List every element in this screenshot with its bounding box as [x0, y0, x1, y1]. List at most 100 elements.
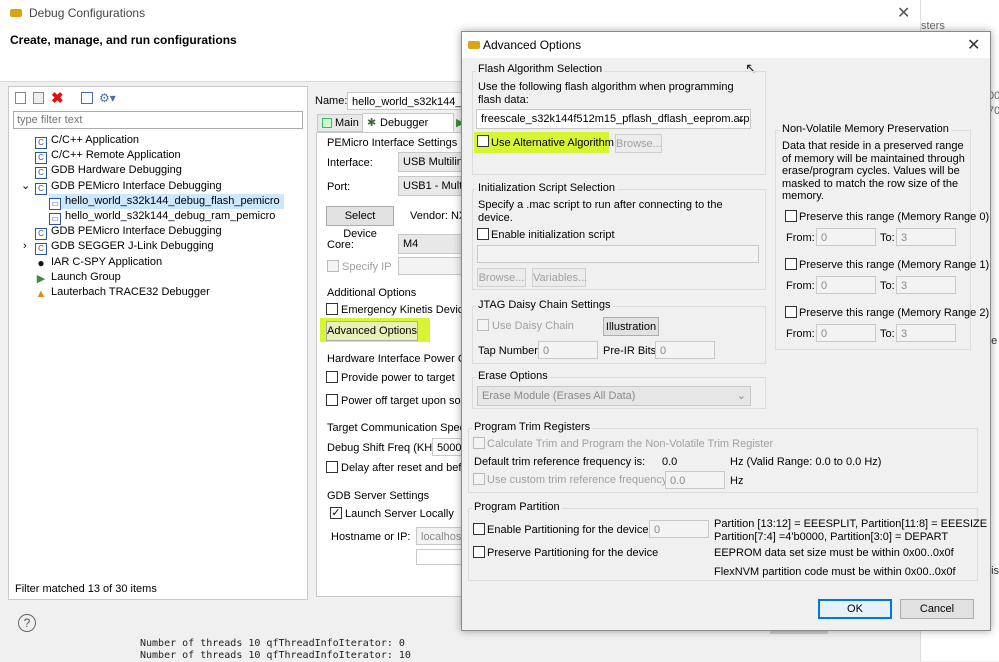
preserve-range-checkbox[interactable] — [785, 306, 797, 319]
flash-desc: Use the following flash algorithm when p… — [478, 81, 734, 106]
range-to-field[interactable]: 3 — [896, 276, 956, 294]
use-alt-checkbox[interactable] — [477, 135, 489, 148]
chevron-right-icon[interactable]: › — [23, 239, 27, 254]
tree-item[interactable]: ▭ hello_world_s32k144_debug_flash_pemicro — [49, 193, 284, 210]
debug-shift-select[interactable]: 5000 — [432, 438, 464, 456]
tree-item-label: hello_world_s32k144_debug_ram_pemicro — [65, 210, 276, 222]
range-to-field[interactable]: 3 — [896, 324, 956, 342]
flash-browse-button[interactable]: Browse... — [615, 134, 662, 153]
range-to-field[interactable]: 3 — [896, 228, 956, 246]
calc-trim-checkbox[interactable] — [473, 437, 485, 450]
debug-shift-label: Debug Shift Freq (KHz) — [327, 442, 442, 454]
nvm-desc: Data that reside in a preserved range of… — [782, 140, 965, 202]
preserve-partition-checkbox[interactable] — [473, 546, 485, 559]
name-field[interactable]: hello_world_s32k144_deb — [347, 92, 462, 110]
iar-icon: ● — [35, 257, 47, 270]
tree-item[interactable]: C GDB PEMicro Interface Debugging — [35, 224, 222, 241]
tree-item[interactable]: › C GDB SEGGER J-Link Debugging — [23, 239, 214, 256]
enable-partition-label: Enable Partitioning for the device — [487, 524, 649, 536]
delete-icon[interactable]: ✖ — [51, 89, 64, 107]
cancel-button[interactable]: Cancel — [900, 599, 974, 619]
partition-value-field[interactable]: 0 — [649, 520, 709, 538]
use-daisy-checkbox[interactable] — [477, 319, 489, 332]
collapse-icon[interactable] — [81, 92, 93, 104]
tree-item-label: Launch Group — [51, 270, 121, 283]
main-tab-icon — [322, 118, 332, 128]
preserve-range-checkbox[interactable] — [785, 210, 797, 223]
advanced-options-button[interactable]: Advanced Options — [326, 321, 418, 341]
bug-icon: ✱ — [367, 117, 377, 129]
bg-title-bar: Debug Configurations ✕ — [0, 0, 920, 26]
tree-item[interactable]: C C/C++ Application — [35, 133, 139, 149]
chevron-down-icon[interactable]: ⌄ — [21, 179, 30, 194]
custom-trim-label: Use custom trim reference frequency: — [487, 474, 671, 486]
pre-ir-field[interactable]: 0 — [655, 341, 715, 359]
algorithm-select[interactable]: freescale_s32k144f512m15_pflash_dflash_e… — [476, 109, 751, 129]
tab-debugger[interactable]: ✱ Debugger — [362, 113, 454, 133]
delay-checkbox[interactable] — [326, 461, 338, 474]
range-from-field[interactable]: 0 — [816, 228, 876, 246]
c-icon: C — [35, 137, 47, 149]
tree-item[interactable]: ▲ Lauterbach TRACE32 Debugger — [35, 285, 210, 301]
power-off-label: Power off target upon softw — [341, 395, 475, 407]
trim-title: Program Trim Registers — [472, 421, 593, 433]
tree-item-label: GDB Hardware Debugging — [51, 164, 182, 177]
launch-server-checkbox[interactable] — [330, 507, 342, 520]
emergency-checkbox[interactable] — [326, 303, 338, 316]
hostname-label: Hostname or IP: — [331, 531, 411, 543]
tree-item[interactable]: C GDB Hardware Debugging — [35, 163, 182, 180]
emergency-label: Emergency Kinetis Device R — [341, 304, 481, 316]
console-output: Number of threads 10 qfThreadInfoIterato… — [140, 638, 460, 661]
tree-item[interactable]: ● IAR C-SPY Application — [35, 255, 162, 270]
toolbar: ✖ ⚙▾ — [13, 89, 133, 107]
illustration-button[interactable]: Illustration — [603, 317, 659, 336]
new-config-icon[interactable] — [15, 92, 26, 104]
erase-select[interactable]: Erase Module (Erases All Data) ⌄ — [477, 386, 751, 406]
provide-power-checkbox[interactable] — [326, 371, 338, 384]
variables-button[interactable]: Variables... — [532, 268, 587, 287]
tree-item[interactable]: ▶ Launch Group — [35, 270, 121, 286]
core-select[interactable]: M4 — [398, 234, 464, 254]
interface-select[interactable]: USB Multilink — [398, 152, 464, 172]
tree-item[interactable]: ⌄ C GDB PEMicro Interface Debugging — [21, 179, 222, 195]
tree-item-label: GDB SEGGER J-Link Debugging — [51, 240, 214, 253]
enable-init-checkbox[interactable] — [477, 228, 489, 241]
init-script-field[interactable] — [477, 245, 759, 263]
c-icon: C — [35, 152, 47, 165]
tree-item-label: C/C++ Remote Application — [51, 149, 181, 162]
config-list-panel: ✖ ⚙▾ C C/C++ Application C C/C++ Remote App… — [8, 86, 308, 600]
dialog-close-icon[interactable]: ✕ — [967, 35, 980, 55]
tree-item[interactable]: C C/C++ Remote Application — [35, 148, 181, 165]
tree-item-label: Lauterbach TRACE32 Debugger — [51, 286, 210, 298]
tap-number-field[interactable]: 0 — [538, 341, 598, 359]
power-off-checkbox[interactable] — [326, 394, 338, 407]
tree-item[interactable]: ▭ hello_world_s32k144_debug_ram_pemicro — [49, 209, 276, 225]
filter-status: Filter matched 13 of 30 items — [15, 583, 157, 595]
interface-label: Interface: — [327, 157, 373, 169]
custom-trim-field[interactable]: 0.0 — [665, 471, 725, 489]
target-comm-title: Target Communication Speed — [327, 422, 472, 434]
enable-partition-checkbox[interactable] — [473, 523, 485, 536]
ip-field[interactable] — [398, 257, 464, 275]
tab-main[interactable]: Main — [317, 114, 363, 132]
duplicate-icon[interactable] — [33, 92, 44, 104]
custom-trim-checkbox[interactable] — [473, 473, 485, 486]
range-from-field[interactable]: 0 — [816, 324, 876, 342]
close-icon[interactable]: ✕ — [897, 3, 910, 23]
port-number-field[interactable] — [416, 549, 464, 565]
range-from-field[interactable]: 0 — [816, 276, 876, 294]
select-device-button[interactable]: Select Device — [326, 206, 394, 240]
enable-init-label: Enable initialization script — [491, 229, 615, 241]
filter-input[interactable] — [13, 111, 303, 129]
preserve-range-label: Preserve this range (Memory Range 1) — [799, 259, 990, 271]
port-label: Port: — [327, 181, 351, 193]
preserve-range-checkbox[interactable] — [785, 258, 797, 271]
ok-button[interactable]: OK — [818, 599, 892, 619]
help-icon[interactable]: ? — [18, 614, 36, 632]
hostname-field[interactable]: localhost — [416, 527, 464, 545]
window-heading: Create, manage, and run configurations — [10, 33, 237, 47]
init-browse-button[interactable]: Browse... — [477, 268, 526, 287]
specify-ip-checkbox[interactable] — [327, 260, 339, 273]
port-select[interactable]: USB1 - Multili — [398, 176, 464, 196]
filter-icon[interactable]: ⚙▾ — [99, 91, 116, 105]
